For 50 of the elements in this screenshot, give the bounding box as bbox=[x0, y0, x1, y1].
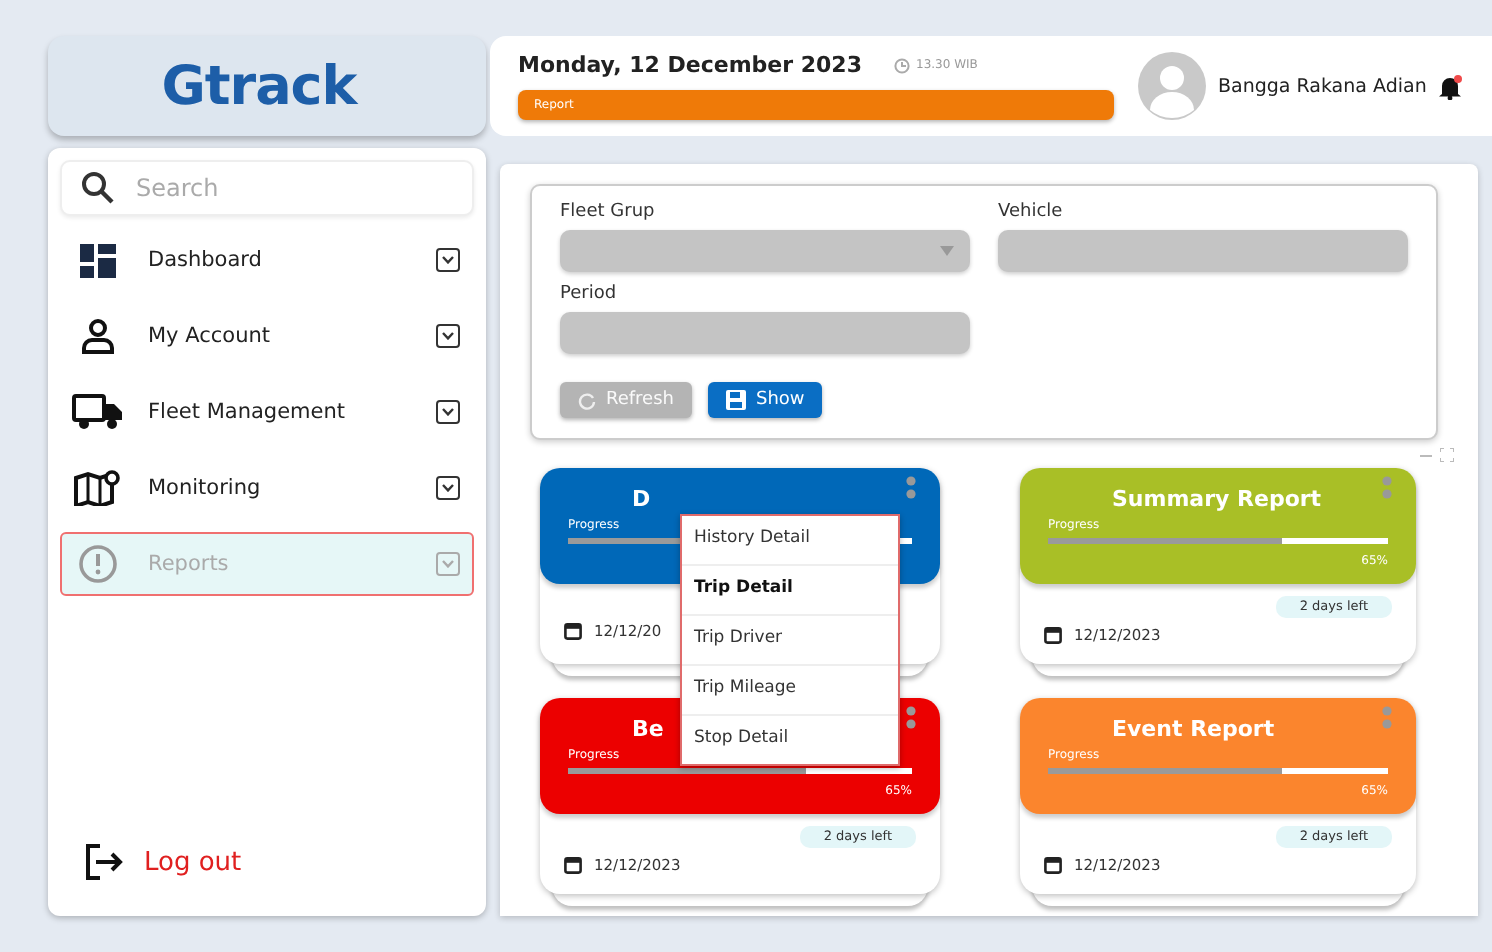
expand-icon[interactable] bbox=[436, 400, 460, 424]
user-name: Bangga Rakana Adian bbox=[1218, 75, 1427, 97]
menu-item[interactable]: Stop Detail bbox=[682, 716, 898, 764]
more-icon[interactable] bbox=[1382, 476, 1392, 502]
nav-item[interactable]: Fleet Management bbox=[60, 380, 474, 444]
calendar-icon bbox=[1044, 626, 1062, 644]
dashboard-icon bbox=[80, 243, 116, 277]
search-icon bbox=[80, 170, 116, 206]
bell-icon[interactable] bbox=[1438, 73, 1463, 99]
card-title: Be bbox=[632, 716, 664, 742]
expand-icon[interactable] bbox=[436, 324, 460, 348]
input-field[interactable] bbox=[998, 230, 1408, 272]
more-icon[interactable] bbox=[1382, 706, 1392, 732]
field-label: Period bbox=[560, 284, 619, 304]
logout-icon bbox=[84, 844, 124, 880]
caret-icon bbox=[940, 246, 954, 256]
map-icon bbox=[74, 470, 122, 506]
card-title: Summary Report bbox=[1112, 486, 1322, 512]
alert-icon bbox=[78, 544, 118, 584]
logout-button[interactable]: Log out bbox=[84, 844, 242, 880]
search-field[interactable]: Search bbox=[60, 160, 474, 216]
person-icon bbox=[80, 318, 116, 354]
field-label: Vehicle bbox=[998, 202, 1065, 222]
truck-icon bbox=[72, 394, 124, 430]
calendar-icon bbox=[564, 856, 582, 874]
logo: Gtrack bbox=[161, 55, 357, 117]
card-title: Event Report bbox=[1112, 716, 1275, 742]
expand-icon[interactable] bbox=[436, 476, 460, 500]
menu-item[interactable]: Trip Mileage bbox=[682, 666, 898, 716]
dropdown-field[interactable] bbox=[560, 230, 970, 272]
expand-icon[interactable] bbox=[436, 248, 460, 272]
calendar-icon bbox=[564, 622, 582, 640]
date-text: Monday, 12 December 2023 bbox=[518, 52, 862, 78]
menu-item[interactable]: Trip Driver bbox=[682, 616, 898, 666]
more-icon[interactable] bbox=[906, 706, 916, 732]
action-button[interactable]: Show bbox=[708, 382, 823, 418]
nav-item[interactable]: Monitoring bbox=[60, 456, 474, 520]
calendar-icon bbox=[1044, 856, 1062, 874]
input-field[interactable] bbox=[560, 312, 970, 354]
menu-item[interactable]: Trip Detail bbox=[682, 566, 898, 616]
card-title: D bbox=[632, 486, 651, 512]
save-icon bbox=[726, 390, 746, 410]
clock-icon bbox=[894, 57, 910, 73]
more-icon[interactable] bbox=[906, 476, 916, 502]
nav-item[interactable]: My Account bbox=[60, 304, 474, 368]
nav-item[interactable]: Dashboard bbox=[60, 228, 474, 292]
avatar-icon[interactable] bbox=[1138, 52, 1206, 120]
refresh-icon bbox=[578, 391, 596, 409]
field-label: Fleet Grup bbox=[560, 202, 657, 222]
menu-item[interactable]: History Detail bbox=[682, 516, 898, 566]
